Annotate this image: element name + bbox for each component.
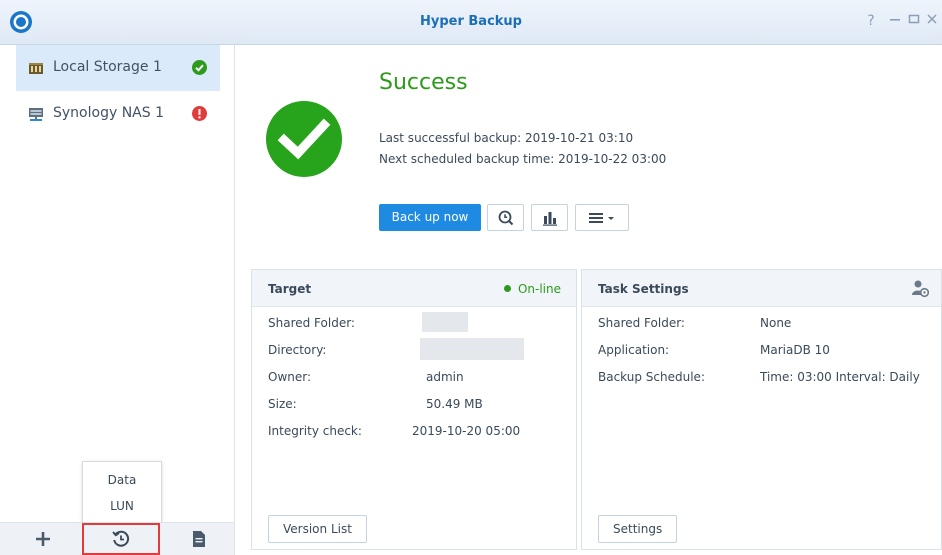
redacted-directory [420,338,524,360]
task-value-shared-folder: None [760,316,792,330]
target-value-size: 50.49 MB [426,397,483,411]
menu-item-lun[interactable]: LUN [83,499,161,513]
log-icon [193,531,205,547]
target-value-owner: admin [426,370,464,384]
title-bar: Hyper Backup ? [0,0,942,45]
redacted-shared-folder [422,312,468,332]
target-value-integrity-check: 2019-10-20 05:00 [412,424,521,438]
task-settings-panel: Task Settings Shared Folder: None Applic… [581,269,942,550]
target-label-integrity-check: Integrity check: [268,424,362,438]
target-panel-header: Target On-line [252,270,576,307]
task-settings-title: Task Settings [598,282,689,296]
close-icon[interactable] [923,12,941,30]
statistics-icon [542,211,557,226]
version-explorer-button[interactable] [487,204,524,231]
task-label-backup-schedule: Backup Schedule: [598,370,705,384]
plus-icon [36,532,50,546]
sidebar-item-label: Synology NAS 1 [53,105,164,121]
success-large-icon [266,101,342,177]
menu-icon [589,212,614,223]
success-icon [192,60,207,75]
restore-button[interactable] [82,523,160,555]
status-title: Success [379,70,468,95]
task-settings-panel-header: Task Settings [582,270,941,307]
version-list-button[interactable]: Version List [268,515,367,543]
online-dot-icon [503,285,511,292]
restore-icon [112,530,130,547]
minimize-icon[interactable] [886,12,904,30]
target-label-owner: Owner: [268,370,312,384]
sidebar-item-label: Local Storage 1 [53,59,162,75]
last-backup-text: Last successful backup: 2019-10-21 03:10 [379,131,634,145]
restore-popup-menu: Data LUN [82,461,162,524]
help-icon[interactable]: ? [862,12,880,30]
target-label-directory: Directory: [268,343,327,357]
menu-item-data[interactable]: Data [83,473,161,487]
sidebar-item-local-storage-1[interactable]: Local Storage 1 [16,45,220,91]
user-settings-icon[interactable] [911,279,930,298]
sidebar-item-synology-nas-1[interactable]: Synology NAS 1 [16,91,220,137]
sidebar: Local Storage 1 Synology NAS 1 [0,45,235,522]
target-panel: Target On-line Shared Folder: Directory:… [251,269,577,550]
error-icon [192,106,207,121]
task-label-shared-folder: Shared Folder: [598,316,685,330]
statistics-button[interactable] [531,204,568,231]
task-value-backup-schedule: Time: 03:00 Interval: Daily [760,370,920,384]
target-label-shared-folder: Shared Folder: [268,316,355,330]
task-value-application: MariaDB 10 [760,343,830,357]
main-content: Success Last successful backup: 2019-10-… [235,45,942,554]
target-title: Target [268,282,312,296]
action-menu-button[interactable] [575,204,629,231]
nas-icon [28,106,44,122]
next-backup-text: Next scheduled backup time: 2019-10-22 0… [379,152,667,166]
window-title: Hyper Backup [419,14,522,29]
online-status: On-line [503,282,561,296]
version-explorer-icon [498,210,513,225]
settings-button[interactable]: Settings [598,515,678,543]
add-button[interactable] [4,523,82,555]
storage-icon [28,60,44,76]
back-up-now-button[interactable]: Back up now [379,204,481,231]
task-label-application: Application: [598,343,670,357]
bottom-toolbar [0,522,235,555]
target-label-size: Size: [268,397,297,411]
log-button[interactable] [160,523,238,555]
maximize-icon[interactable] [905,12,923,30]
